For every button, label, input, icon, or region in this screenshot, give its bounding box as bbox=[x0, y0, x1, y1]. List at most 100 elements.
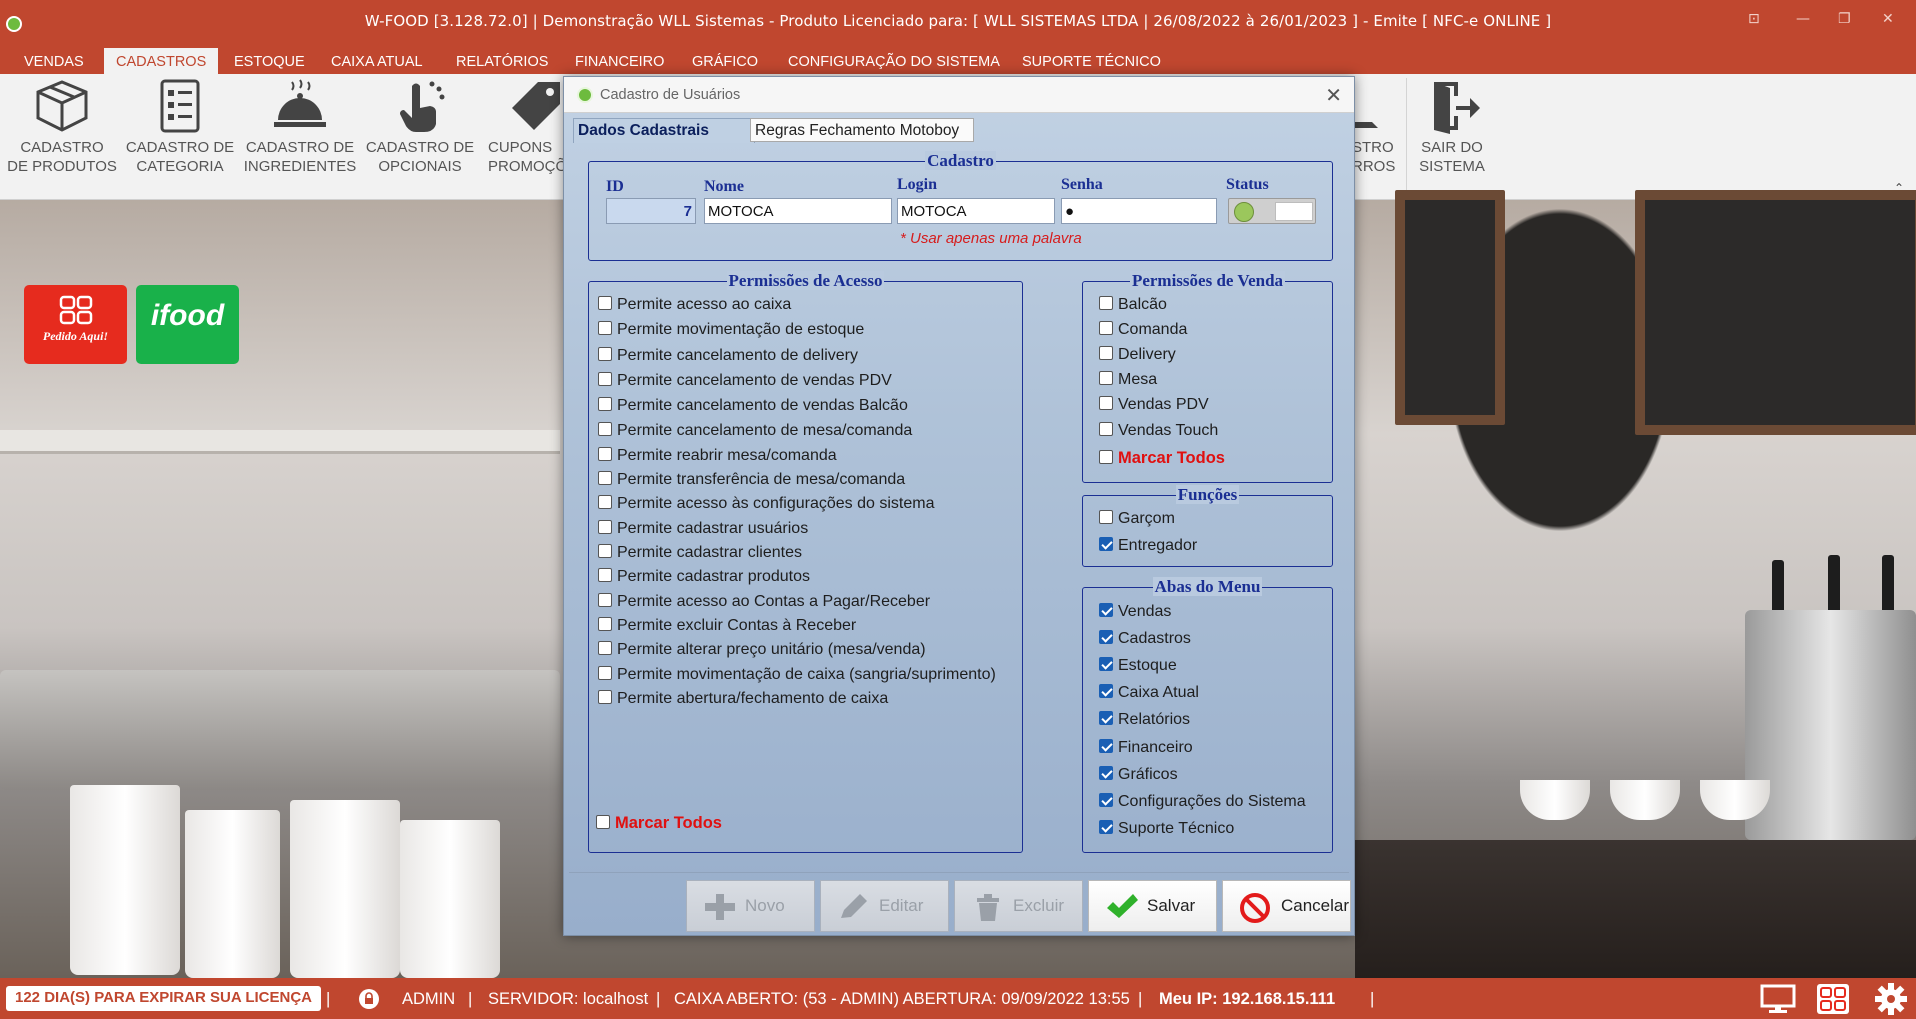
permissao-venda-checkbox[interactable]: Delivery bbox=[1099, 346, 1176, 368]
menu-tab-caixa-atual[interactable]: CAIXA ATUAL bbox=[319, 48, 435, 74]
permissao-acesso-checkbox[interactable]: Permite cancelamento de vendas PDV bbox=[598, 372, 892, 394]
permissao-acesso-checkbox[interactable]: Permite alterar preço unitário (mesa/ven… bbox=[598, 641, 926, 663]
permissao-acesso-checkbox[interactable]: Permite cadastrar usuários bbox=[598, 520, 808, 542]
cadastro-ingredientes-button[interactable]: CADASTRO DE INGREDIENTES bbox=[240, 78, 360, 188]
aba-menu-checkbox[interactable]: Gráficos bbox=[1099, 766, 1178, 788]
license-badge[interactable]: 122 DIA(S) PARA EXPIRAR SUA LICENÇA bbox=[6, 986, 321, 1011]
permissao-acesso-checkbox[interactable]: Permite cadastrar produtos bbox=[598, 568, 810, 590]
permissao-acesso-label: Permite movimentação de caixa (sangria/s… bbox=[617, 666, 996, 683]
aba-menu-checkbox[interactable]: Cadastros bbox=[1099, 630, 1191, 652]
funcoes-legend: Funções bbox=[1175, 485, 1240, 504]
login-input[interactable]: MOTOCA bbox=[897, 198, 1055, 224]
permissao-acesso-label: Permite cadastrar produtos bbox=[617, 568, 810, 585]
aba-menu-checkbox[interactable]: Financeiro bbox=[1099, 739, 1193, 761]
close-icon[interactable]: ✕ bbox=[1325, 83, 1342, 108]
check-icon bbox=[1107, 894, 1138, 918]
novo-button[interactable]: Novo bbox=[686, 880, 815, 932]
nome-input[interactable]: MOTOCA bbox=[704, 198, 892, 224]
pedido-aqui-logo-icon bbox=[59, 295, 92, 325]
permissao-acesso-checkbox[interactable]: Permite movimentação de caixa (sangria/s… bbox=[598, 666, 996, 688]
id-field: 7 bbox=[606, 198, 696, 224]
cup-stack bbox=[185, 810, 280, 978]
close-window-button[interactable]: ✕ bbox=[1882, 11, 1894, 27]
permissao-acesso-checkbox[interactable]: Permite acesso às configurações do siste… bbox=[598, 495, 934, 517]
menu-tab-vendas[interactable]: VENDAS bbox=[12, 48, 96, 74]
permissao-acesso-checkbox[interactable]: Permite cancelamento de mesa/comanda bbox=[598, 422, 912, 444]
senha-input[interactable]: ● bbox=[1061, 198, 1217, 224]
permissao-acesso-checkbox[interactable]: Permite reabrir mesa/comanda bbox=[598, 447, 837, 469]
aba-menu-checkbox[interactable]: Vendas bbox=[1099, 603, 1171, 625]
cadastro-opcionais-button[interactable]: CADASTRO DE OPCIONAIS bbox=[360, 78, 480, 188]
funcao-checkbox[interactable]: Entregador bbox=[1099, 537, 1197, 559]
menu-tab-relatorios[interactable]: RELATÓRIOS bbox=[444, 48, 560, 74]
aba-menu-checkbox[interactable]: Caixa Atual bbox=[1099, 684, 1199, 706]
permissao-acesso-label: Permite cadastrar clientes bbox=[617, 544, 802, 561]
pedido-aqui-button[interactable]: Pedido Aqui! bbox=[24, 285, 127, 364]
sair-sistema-button[interactable]: SAIR DO SISTEMA bbox=[1392, 78, 1512, 188]
permissao-acesso-label: Permite abertura/fechamento de caixa bbox=[617, 690, 889, 707]
pedido-aqui-status-icon[interactable] bbox=[1816, 983, 1850, 1015]
aba-menu-checkbox[interactable]: Estoque bbox=[1099, 657, 1177, 679]
shelf bbox=[0, 430, 560, 454]
marcar-todos-acesso-checkbox[interactable]: Marcar Todos bbox=[596, 814, 722, 836]
permissao-acesso-checkbox[interactable]: Permite cadastrar clientes bbox=[598, 544, 802, 566]
permissao-venda-checkbox[interactable]: Vendas PDV bbox=[1099, 396, 1209, 418]
aba-menu-label: Gráficos bbox=[1118, 766, 1178, 783]
aba-menu-label: Vendas bbox=[1118, 603, 1172, 620]
permissao-acesso-label: Permite cancelamento de mesa/comanda bbox=[617, 422, 913, 439]
aba-menu-checkbox[interactable]: Configurações do Sistema bbox=[1099, 793, 1306, 815]
menu-tab-grafico[interactable]: GRÁFICO bbox=[680, 48, 770, 74]
permissao-venda-checkbox[interactable]: Mesa bbox=[1099, 371, 1157, 393]
menu-tab-cadastros[interactable]: CADASTROS bbox=[104, 48, 219, 74]
permissao-venda-checkbox[interactable]: Comanda bbox=[1099, 321, 1187, 343]
maximize-button[interactable]: ❐ bbox=[1838, 11, 1851, 27]
aba-menu-checkbox[interactable]: Relatórios bbox=[1099, 711, 1190, 733]
tab-dados-cadastrais[interactable]: Dados Cadastrais bbox=[573, 118, 755, 143]
permissao-venda-checkbox[interactable]: Vendas Touch bbox=[1099, 422, 1218, 444]
monitor-icon[interactable] bbox=[1760, 984, 1796, 1014]
cadastro-legend: Cadastro bbox=[925, 151, 996, 170]
lock-icon[interactable] bbox=[358, 988, 380, 1010]
permissao-acesso-checkbox[interactable]: Permite cancelamento de vendas Balcão bbox=[598, 397, 908, 419]
cupons-promocoes-button[interactable]: CUPONS PROMOÇÕ bbox=[472, 78, 567, 188]
permissao-acesso-checkbox[interactable]: Permite acesso ao Contas a Pagar/Receber bbox=[598, 593, 930, 615]
cup-stack bbox=[290, 800, 400, 978]
permissao-acesso-checkbox[interactable]: Permite movimentação de estoque bbox=[598, 321, 864, 343]
aba-menu-label: Cadastros bbox=[1118, 630, 1191, 647]
aba-menu-checkbox[interactable]: Suporte Técnico bbox=[1099, 820, 1234, 842]
menu-tab-configuracao[interactable]: CONFIGURAÇÃO DO SISTEMA bbox=[776, 48, 1012, 74]
permissao-acesso-checkbox[interactable]: Permite transferência de mesa/comanda bbox=[598, 471, 905, 493]
permissao-venda-label: Delivery bbox=[1118, 346, 1176, 363]
trash-icon bbox=[977, 894, 999, 921]
nome-label: Nome bbox=[704, 178, 744, 195]
menu-tab-estoque[interactable]: ESTOQUE bbox=[222, 48, 317, 74]
permissao-venda-checkbox[interactable]: Balcão bbox=[1099, 296, 1167, 318]
permissao-venda-label: Mesa bbox=[1118, 371, 1158, 388]
permissao-acesso-checkbox[interactable]: Permite excluir Contas à Receber bbox=[598, 617, 856, 639]
excluir-button[interactable]: Excluir bbox=[954, 880, 1083, 932]
salvar-button[interactable]: Salvar bbox=[1088, 880, 1217, 932]
permissao-acesso-checkbox[interactable]: Permite acesso ao caixa bbox=[598, 296, 791, 318]
tag-icon bbox=[512, 82, 560, 130]
marcar-todos-venda-checkbox[interactable]: Marcar Todos bbox=[1099, 449, 1225, 471]
menu-tab-financeiro[interactable]: FINANCEIRO bbox=[563, 48, 676, 74]
menu-tab-suporte[interactable]: SUPORTE TÉCNICO bbox=[1010, 48, 1173, 74]
permissao-acesso-checkbox[interactable]: Permite cancelamento de delivery bbox=[598, 347, 858, 369]
restore-small-icon[interactable]: ⊡ bbox=[1748, 11, 1760, 27]
aba-menu-label: Configurações do Sistema bbox=[1118, 793, 1306, 810]
editar-button[interactable]: Editar bbox=[820, 880, 949, 932]
ifood-button[interactable]: ifood bbox=[136, 285, 239, 364]
funcao-checkbox[interactable]: Garçom bbox=[1099, 510, 1175, 532]
cadastro-produtos-button[interactable]: CADASTRO DE PRODUTOS bbox=[2, 78, 122, 188]
cadastro-categoria-button[interactable]: CADASTRO DE CATEGORIA bbox=[120, 78, 240, 188]
tab-regras-fechamento-motoboy[interactable]: Regras Fechamento Motoboy bbox=[750, 118, 974, 142]
window-title: W-FOOD [3.128.72.0] | Demonstração WLL S… bbox=[364, 12, 1552, 30]
gear-icon[interactable] bbox=[1874, 982, 1908, 1016]
status-toggle[interactable] bbox=[1228, 198, 1316, 224]
permissao-acesso-checkbox[interactable]: Permite abertura/fechamento de caixa bbox=[598, 690, 888, 712]
cancelar-button[interactable]: Cancelar bbox=[1222, 880, 1351, 932]
chalkboard-right bbox=[1635, 190, 1916, 435]
caixa-info: CAIXA ABERTO: (53 - ADMIN) ABERTURA: 09/… bbox=[674, 990, 1130, 1008]
cup-stack bbox=[400, 820, 500, 978]
minimize-button[interactable]: — bbox=[1796, 11, 1810, 27]
